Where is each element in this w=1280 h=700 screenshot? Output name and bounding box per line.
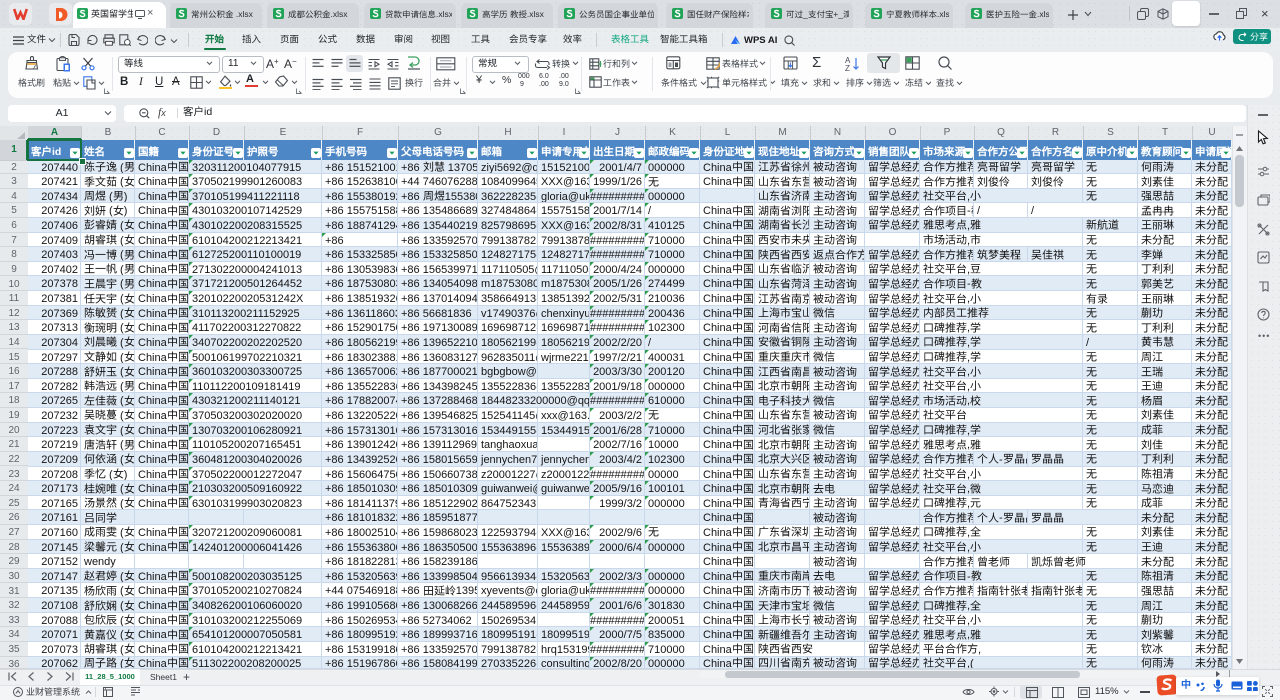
- svg-text:Z: Z: [845, 64, 850, 71]
